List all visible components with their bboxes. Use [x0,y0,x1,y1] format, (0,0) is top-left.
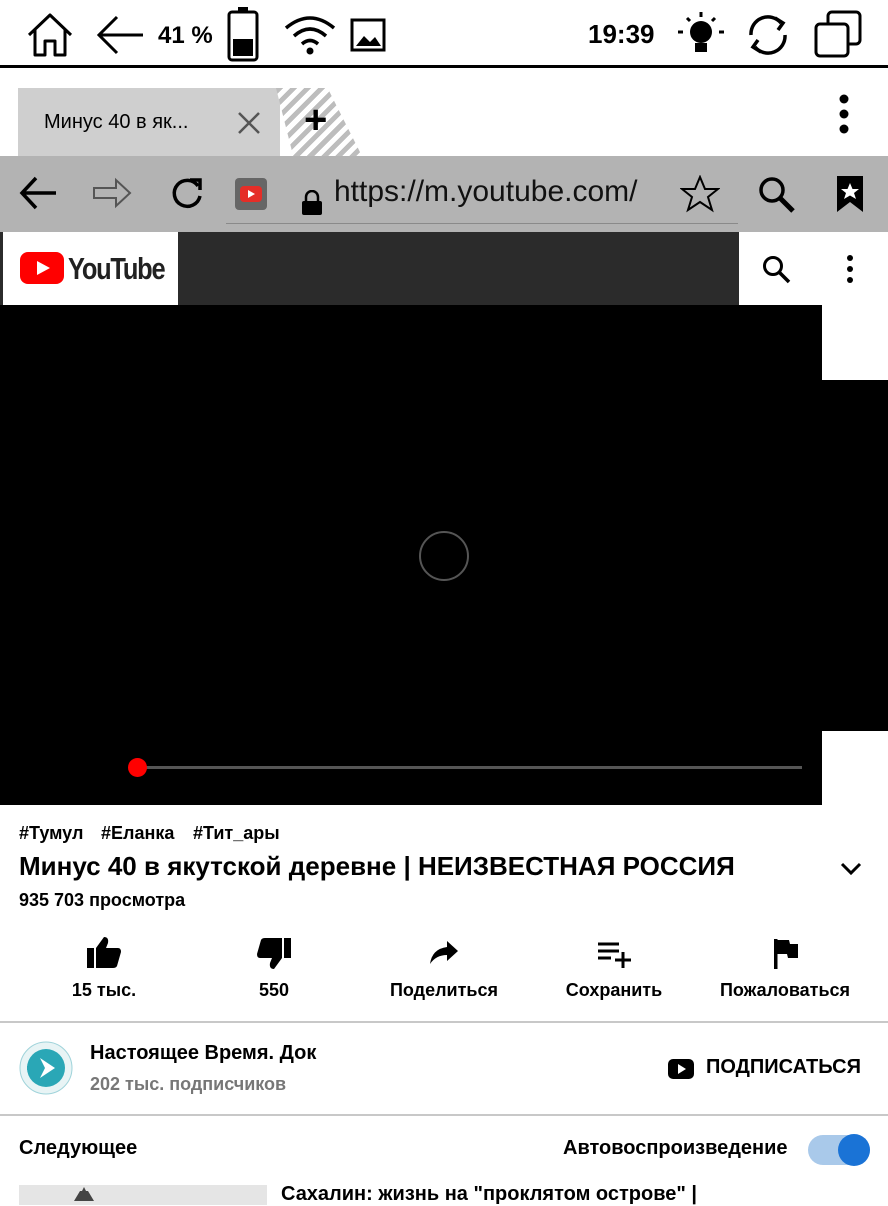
hashtag-tumul[interactable]: #Тумул [19,823,83,844]
hashtag-elanka[interactable]: #Еланка [101,823,174,844]
expand-description-chevron-icon[interactable] [840,862,862,876]
video-player[interactable] [0,305,822,805]
share-button[interactable]: Поделиться [359,980,529,1001]
dislike-thumb-down-icon[interactable] [256,937,292,971]
divider [0,1114,888,1116]
wifi-icon [284,16,336,55]
channel-name[interactable]: Настоящее Время. Док [90,1042,316,1065]
find-in-page-icon[interactable] [756,175,796,213]
subscriber-count: 202 тыс. подписчиков [90,1074,287,1094]
battery-icon [227,7,259,62]
frontlight-icon[interactable] [676,10,726,60]
subscribe-youtube-icon [668,1059,694,1079]
tab-title: Минус 40 в як... [44,111,189,133]
view-count: 935 703 просмотра [19,890,186,910]
lock-icon [302,190,322,215]
thumbnail-figure [74,1187,94,1201]
like-count[interactable]: 15 тыс. [19,980,189,1001]
video-player-edge [813,380,888,731]
youtube-menu-icon[interactable] [844,254,856,284]
next-video-thumbnail[interactable] [19,1185,267,1205]
dislike-count[interactable]: 550 [189,980,359,1001]
report-button[interactable]: Пожаловаться [700,980,870,1001]
video-progress-track[interactable] [140,766,802,769]
url-text: https://m.youtube.com/ [334,175,638,208]
reload-icon[interactable] [170,176,204,210]
clock: 19:39 [588,19,655,49]
save-button[interactable]: Сохранить [529,980,699,1001]
browser-back-icon[interactable] [18,176,58,210]
save-playlist-add-icon[interactable] [597,940,633,968]
autoplay-label: Автовоспроизведение [563,1137,788,1159]
loading-spinner-icon [419,531,469,581]
youtube-play-logo-icon [20,252,64,284]
browser-menu-icon[interactable] [836,94,852,134]
home-icon[interactable] [25,11,75,59]
up-next-heading: Следующее [19,1137,138,1159]
video-title: Минус 40 в якутской деревне | НЕИЗВЕСТНА… [19,851,735,881]
back-arrow-icon[interactable] [95,14,145,56]
channel-avatar[interactable] [19,1041,73,1095]
video-scrubber-handle[interactable] [128,758,147,777]
autoplay-toggle-knob[interactable] [838,1134,870,1166]
image-icon[interactable] [350,18,386,52]
sync-icon[interactable] [743,10,793,60]
battery-percent: 41 % [158,22,213,49]
task-switch-icon[interactable] [812,10,864,62]
star-bookmark-icon[interactable] [680,175,720,213]
youtube-search-icon[interactable] [761,254,791,284]
like-thumb-up-icon[interactable] [86,935,122,969]
hashtag-tit-ary[interactable]: #Тит_ары [193,823,280,844]
share-arrow-icon[interactable] [429,940,459,966]
report-flag-icon[interactable] [772,938,800,970]
video-gap [813,305,888,380]
close-tab-icon[interactable] [236,110,262,136]
bookmarks-icon[interactable] [834,174,866,214]
new-tab-button[interactable]: + [304,96,327,144]
next-video-title[interactable]: Сахалин: жизнь на "проклятом острове" | [281,1183,697,1206]
subscribe-button[interactable]: ПОДПИСАТЬСЯ [706,1056,861,1079]
youtube-wordmark: YouTube [68,251,166,286]
divider [0,1021,888,1023]
browser-forward-icon[interactable] [92,176,132,210]
